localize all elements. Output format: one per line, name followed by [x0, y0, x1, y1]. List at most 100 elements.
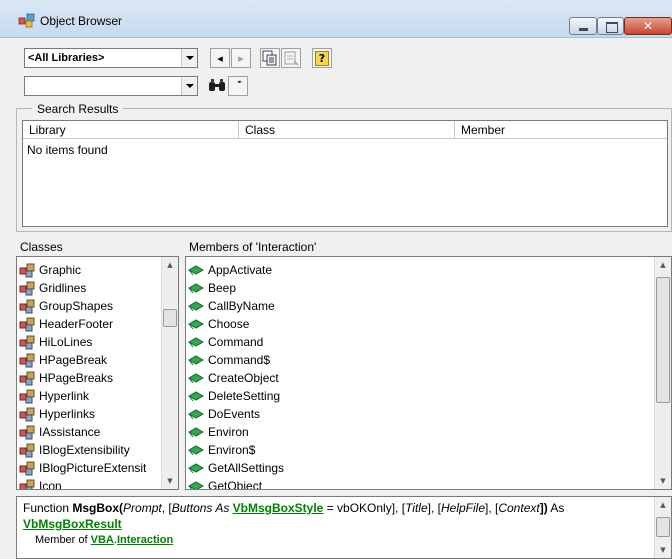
scroll-up-icon[interactable]: ▲: [655, 257, 671, 273]
class-icon: [19, 479, 35, 489]
copy-to-clipboard-button[interactable]: [260, 48, 280, 68]
search-results-list[interactable]: Library Class Member No items found: [22, 120, 668, 227]
member-item[interactable]: DeleteSetting: [186, 387, 280, 405]
scroll-down-icon[interactable]: ▼: [655, 473, 671, 489]
link-vba[interactable]: VBA: [91, 534, 114, 546]
binoculars-icon: [209, 79, 225, 91]
class-item[interactable]: HiLoLines: [17, 333, 92, 351]
method-icon: [188, 373, 204, 384]
class-item[interactable]: IAssistance: [17, 423, 100, 441]
chevron-down-icon[interactable]: [181, 49, 197, 67]
member-of-line: Member of VBA.Interaction: [35, 534, 174, 546]
members-list[interactable]: AppActivate Beep CallByName Choose Comma…: [185, 256, 672, 490]
scroll-down-icon[interactable]: ▼: [162, 473, 178, 489]
maximize-button[interactable]: [597, 17, 624, 35]
class-item[interactable]: GroupShapes: [17, 297, 113, 315]
class-icon: [19, 335, 35, 350]
search-text-combo[interactable]: [24, 76, 198, 96]
member-item[interactable]: Command$: [186, 351, 270, 369]
method-icon: [188, 427, 204, 438]
method-icon: [188, 301, 204, 312]
class-icon: [19, 299, 35, 314]
scroll-down-icon[interactable]: ▼: [655, 542, 671, 558]
member-item[interactable]: Environ: [186, 423, 249, 441]
search-results-legend: Search Results: [32, 102, 124, 116]
class-item[interactable]: Hyperlinks: [17, 405, 95, 423]
class-icon: [19, 389, 35, 404]
member-item[interactable]: Command: [186, 333, 263, 351]
hide-search-results-button[interactable]: ˄˄: [228, 76, 248, 96]
method-icon: [188, 391, 204, 402]
details-scrollbar[interactable]: ▲ ▼: [654, 497, 671, 558]
scroll-up-icon[interactable]: ▲: [162, 257, 178, 273]
help-button[interactable]: ?: [312, 48, 332, 68]
copy-icon: [262, 50, 277, 66]
column-header-class[interactable]: Class: [239, 121, 455, 139]
class-item[interactable]: IBlogPictureExtensit: [17, 459, 146, 477]
method-icon: [188, 481, 204, 489]
method-icon: [188, 355, 204, 366]
members-scrollbar[interactable]: ▲ ▼: [654, 257, 671, 489]
class-icon: [19, 461, 35, 476]
scroll-thumb[interactable]: [656, 277, 670, 403]
forward-button[interactable]: ▸: [231, 48, 251, 68]
column-header-member[interactable]: Member: [455, 121, 667, 139]
object-browser-app-icon: [18, 13, 35, 28]
class-icon: [19, 263, 35, 278]
view-definition-icon: [284, 51, 299, 66]
class-item[interactable]: IBlogExtensibility: [17, 441, 130, 459]
classes-scrollbar[interactable]: ▲ ▼: [161, 257, 178, 489]
class-icon: [19, 353, 35, 368]
class-item[interactable]: Gridlines: [17, 279, 86, 297]
minimize-button[interactable]: [569, 17, 597, 35]
view-definition-button[interactable]: [281, 48, 301, 68]
double-chevron-up-icon: ˄˄: [236, 81, 243, 91]
members-header: Members of 'Interaction': [189, 240, 317, 254]
link-vbmsgboxresult[interactable]: VbMsgBoxResult: [23, 517, 122, 531]
class-item[interactable]: Hyperlink: [17, 387, 89, 405]
member-item[interactable]: CallByName: [186, 297, 275, 315]
library-dropdown[interactable]: <All Libraries>: [24, 48, 198, 68]
scroll-thumb[interactable]: [656, 517, 670, 537]
back-arrow-icon: ◂: [217, 51, 223, 65]
chevron-down-icon[interactable]: [181, 77, 197, 95]
member-item[interactable]: CreateObject: [186, 369, 279, 387]
class-item[interactable]: HPageBreak: [17, 351, 107, 369]
back-button[interactable]: ◂: [210, 48, 230, 68]
member-item[interactable]: Choose: [186, 315, 249, 333]
member-item[interactable]: Environ$: [186, 441, 255, 459]
class-item[interactable]: Icon: [17, 477, 62, 489]
details-pane[interactable]: Function MsgBox(Prompt, [Buttons As VbMs…: [16, 496, 672, 559]
method-icon: [188, 445, 204, 456]
search-button[interactable]: [207, 76, 227, 96]
class-icon: [19, 317, 35, 332]
function-signature: Function MsgBox(Prompt, [Buttons As VbMs…: [23, 501, 565, 515]
scroll-up-icon[interactable]: ▲: [655, 497, 671, 513]
class-icon: [19, 407, 35, 422]
library-dropdown-value: <All Libraries>: [28, 52, 105, 64]
window-title: Object Browser: [40, 14, 123, 28]
column-header-library[interactable]: Library: [23, 121, 239, 139]
link-interaction[interactable]: Interaction: [117, 534, 173, 546]
member-item[interactable]: GetAllSettings: [186, 459, 284, 477]
member-item[interactable]: Beep: [186, 279, 236, 297]
classes-list[interactable]: Graphic Gridlines GroupShapes HeaderFoot…: [16, 256, 179, 490]
class-item[interactable]: Graphic: [17, 261, 81, 279]
function-name: MsgBox(: [72, 501, 124, 515]
method-icon: [188, 409, 204, 420]
search-results-empty-text: No items found: [27, 143, 108, 157]
class-icon: [19, 425, 35, 440]
member-item[interactable]: GetObject: [186, 477, 262, 489]
close-button[interactable]: [624, 17, 672, 35]
title-bar[interactable]: Object Browser: [0, 0, 672, 38]
member-item[interactable]: AppActivate: [186, 261, 272, 279]
return-type: VbMsgBoxResult: [23, 517, 122, 531]
class-item[interactable]: HeaderFooter: [17, 315, 113, 333]
scroll-thumb[interactable]: [163, 309, 177, 327]
class-item[interactable]: HPageBreaks: [17, 369, 113, 387]
member-item[interactable]: DoEvents: [186, 405, 260, 423]
link-vbmsgboxstyle[interactable]: VbMsgBoxStyle: [233, 501, 324, 515]
class-icon: [19, 281, 35, 296]
method-icon: [188, 463, 204, 474]
method-icon: [188, 337, 204, 348]
